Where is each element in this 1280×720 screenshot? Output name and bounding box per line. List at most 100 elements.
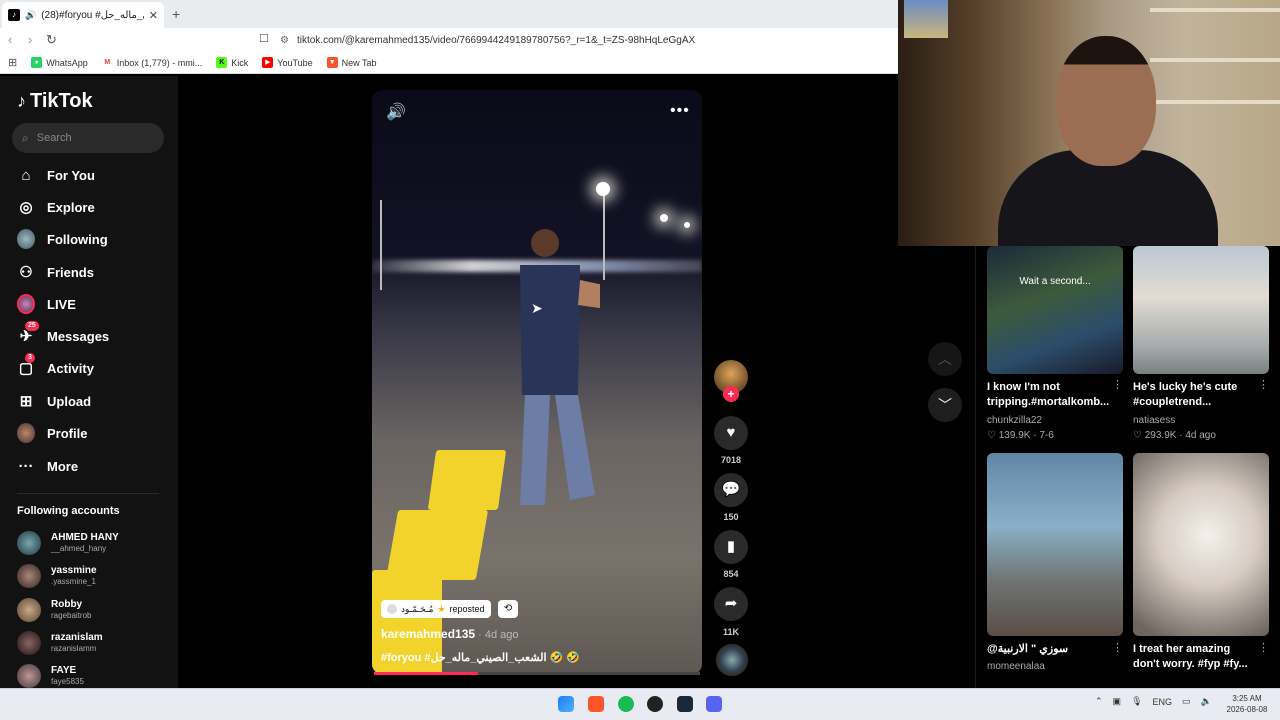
following-account[interactable]: razanislam razanislamm bbox=[17, 631, 103, 655]
upload-icon: ⊞ bbox=[19, 393, 33, 410]
video-card-title[interactable]: @سوزي " الارنبية bbox=[987, 642, 1111, 657]
webcam-overlay bbox=[898, 0, 1280, 246]
video-card-title[interactable]: I know I'm not tripping.#mortalkomb... bbox=[987, 380, 1111, 410]
site-info-icon[interactable]: ⚙ bbox=[280, 35, 289, 46]
new-tab-button[interactable]: + bbox=[172, 6, 180, 22]
home-icon: ⌂ bbox=[21, 166, 31, 184]
save-button[interactable]: ▮ bbox=[714, 530, 748, 564]
avatar bbox=[17, 664, 41, 688]
steam-icon[interactable] bbox=[677, 696, 693, 712]
avatar bbox=[17, 564, 41, 588]
video-thumbnail[interactable] bbox=[1133, 246, 1269, 374]
nav-messages[interactable]: ✈ 25 Messages bbox=[17, 321, 109, 345]
windows-start-icon[interactable] bbox=[558, 696, 574, 712]
video-author[interactable]: karemahmed135 · 4d ago bbox=[381, 627, 518, 641]
star-icon: ★ bbox=[437, 603, 446, 614]
taskbar bbox=[0, 688, 1280, 720]
video-card-title[interactable]: I treat her amazing don't worry. #fyp #f… bbox=[1133, 642, 1257, 672]
bookmarks-bar: ⊞ ● WhatsApp M Inbox (1,779) - mmi... K Kic… bbox=[0, 52, 898, 74]
network-icon[interactable]: ▭ bbox=[1182, 696, 1191, 707]
following-account[interactable]: Robby ragebaitrob bbox=[17, 598, 91, 622]
repost-tag[interactable]: مُـحَـمّـود ★ reposted bbox=[381, 600, 491, 618]
nav-for-you[interactable]: ⌂ For You bbox=[17, 166, 94, 184]
bookmark-icon[interactable]: ☐ bbox=[259, 32, 269, 45]
nav-profile[interactable]: Profile bbox=[17, 423, 87, 443]
nav-explore[interactable]: ◎ Explore bbox=[17, 198, 94, 216]
repost-label: reposted bbox=[449, 604, 485, 614]
nav-activity[interactable]: ▢ 3 Activity bbox=[17, 353, 94, 377]
avatar bbox=[17, 631, 41, 655]
brave-browser-icon[interactable] bbox=[588, 696, 604, 712]
nav-more[interactable]: ··· More bbox=[17, 457, 79, 475]
spotify-icon[interactable] bbox=[618, 696, 634, 712]
search-icon: ⌕ bbox=[22, 130, 29, 145]
app-tray-icon[interactable]: ▣ bbox=[1113, 696, 1122, 707]
card-more-icon[interactable]: ⋮ bbox=[1112, 378, 1123, 391]
nav-live[interactable]: LIVE bbox=[17, 294, 76, 314]
video-thumbnail[interactable]: Wait a second... bbox=[987, 246, 1123, 374]
system-tray: ⌃ ▣ 🎙 ENG ▭ 🔈 bbox=[1095, 696, 1212, 707]
video-thumbnail[interactable] bbox=[1133, 453, 1269, 636]
like-button[interactable]: ♥ bbox=[714, 416, 748, 450]
like-count: 7018 bbox=[720, 455, 742, 465]
follow-plus-icon[interactable]: + bbox=[723, 386, 739, 402]
video-card-user[interactable]: natiasess bbox=[1133, 415, 1175, 426]
card-more-icon[interactable]: ⋮ bbox=[1258, 378, 1269, 391]
comment-icon: 💬 bbox=[721, 481, 741, 498]
messages-badge: 25 bbox=[25, 321, 39, 331]
close-tab-icon[interactable]: ✕ bbox=[149, 9, 158, 22]
comment-button[interactable]: 💬 bbox=[714, 473, 748, 507]
bookmark-kick[interactable]: K Kick bbox=[216, 57, 248, 68]
video-card-user[interactable]: chunkzilla22 bbox=[987, 415, 1042, 426]
bookmark-new-tab[interactable]: ▼ New Tab bbox=[326, 57, 377, 68]
apps-grid-icon[interactable]: ⊞ bbox=[8, 56, 17, 69]
more-options-icon[interactable]: ••• bbox=[670, 102, 690, 120]
forward-icon[interactable]: › bbox=[28, 32, 32, 47]
share-button[interactable]: ➦ bbox=[714, 587, 748, 621]
following-account[interactable]: FAYE faye5835 bbox=[17, 664, 84, 688]
discord-icon[interactable] bbox=[706, 696, 722, 712]
following-account[interactable]: AHMED HANY __ahmed_hany bbox=[17, 531, 119, 555]
language-indicator[interactable]: ENG bbox=[1153, 697, 1173, 707]
speaker-icon: 🔊 bbox=[25, 9, 37, 20]
tiktok-note-icon: ♪ bbox=[17, 91, 26, 111]
repost-icon[interactable]: ⟲ bbox=[498, 600, 518, 618]
volume-icon[interactable]: 🔈 bbox=[1201, 696, 1212, 707]
bookmark-whatsapp[interactable]: ● WhatsApp bbox=[31, 57, 88, 68]
following-accounts-title: Following accounts bbox=[17, 505, 120, 517]
next-video-button[interactable]: ﹀ bbox=[928, 388, 962, 422]
chevron-up-icon: ︿ bbox=[938, 351, 952, 367]
card-more-icon[interactable]: ⋮ bbox=[1258, 641, 1269, 654]
share-count: 11K bbox=[722, 627, 739, 637]
nav-following[interactable]: Following bbox=[17, 229, 108, 249]
url-field[interactable]: ⚙ tiktok.com/@karemahmed135/video/766994… bbox=[280, 31, 898, 49]
video-player[interactable] bbox=[372, 90, 702, 674]
video-thumbnail[interactable] bbox=[987, 453, 1123, 636]
bookmark-gmail[interactable]: M Inbox (1,779) - mmi... bbox=[101, 57, 202, 68]
dancing-man-figure bbox=[520, 229, 600, 505]
following-avatar-icon bbox=[17, 229, 35, 249]
browser-tab[interactable]: ♪ 🔊 (28)#foryou #الشعب_الصيني_ماله_حل ✕ bbox=[2, 2, 164, 28]
heart-icon: ♥ bbox=[726, 424, 736, 441]
card-more-icon[interactable]: ⋮ bbox=[1112, 641, 1123, 654]
video-caption: #foryou #الشعب_الصيني_ماله_حل 🤣 🤣 bbox=[381, 652, 581, 664]
nav-friends[interactable]: ⚇ Friends bbox=[17, 263, 94, 281]
microphone-icon[interactable]: 🎙 bbox=[1131, 696, 1142, 707]
nav-upload[interactable]: ⊞ Upload bbox=[17, 392, 91, 410]
video-card-user[interactable]: momeenalaa bbox=[987, 661, 1045, 672]
back-icon[interactable]: ‹ bbox=[8, 32, 12, 47]
search-input[interactable]: ⌕ Search bbox=[12, 123, 164, 153]
following-account[interactable]: yassmine .yassmine_1 bbox=[17, 564, 97, 588]
music-disc-icon[interactable] bbox=[716, 644, 748, 676]
previous-video-button[interactable]: ︿ bbox=[928, 342, 962, 376]
bookmark-youtube[interactable]: ▶ YouTube bbox=[262, 57, 313, 68]
volume-icon[interactable]: 🔊 bbox=[386, 102, 406, 122]
avatar bbox=[17, 598, 41, 622]
video-card-stats: ♡ 139.9K · 7-6 bbox=[987, 430, 1054, 441]
clock[interactable]: 3:25 AM 2026-08-08 bbox=[1222, 693, 1272, 715]
reload-icon[interactable]: ↻ bbox=[46, 32, 57, 48]
chevron-up-icon[interactable]: ⌃ bbox=[1095, 696, 1103, 707]
video-card-title[interactable]: He's lucky he's cute #coupletrend... bbox=[1133, 380, 1257, 410]
obs-icon[interactable] bbox=[647, 696, 663, 712]
tiktok-logo[interactable]: ♪ TikTok bbox=[17, 90, 93, 113]
